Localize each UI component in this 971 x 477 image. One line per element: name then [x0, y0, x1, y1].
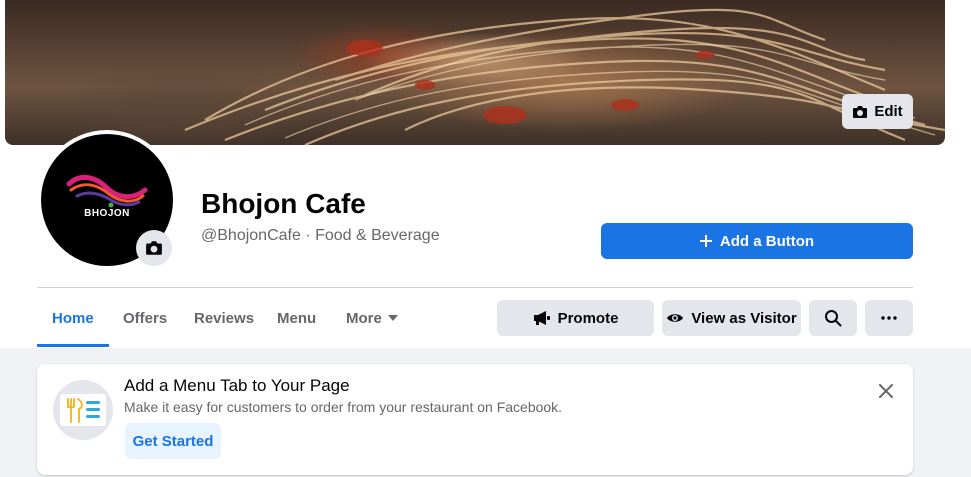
camera-icon: [853, 105, 868, 118]
promote-label: Promote: [557, 309, 619, 327]
megaphone-icon: [533, 311, 550, 325]
tab-label: Reviews: [194, 309, 255, 327]
cover-spaghetti-illustration: [184, 8, 945, 145]
plus-icon: [699, 235, 712, 247]
tab-menu[interactable]: Menu: [262, 289, 331, 347]
menu-card-icon-wrapper: [53, 380, 113, 440]
close-card-button[interactable]: [872, 377, 900, 405]
tab-offers[interactable]: Offers: [108, 289, 182, 347]
view-as-visitor-button[interactable]: View as Visitor: [662, 300, 801, 336]
caret-down-icon: [387, 315, 398, 321]
page-title: Bhojon Cafe: [201, 188, 366, 219]
get-started-label: Get Started: [132, 432, 214, 450]
tab-reviews[interactable]: Reviews: [179, 289, 269, 347]
tab-label: Home: [52, 309, 94, 327]
cover-photo: [5, 0, 945, 145]
card-title: Add a Menu Tab to Your Page: [124, 376, 350, 395]
logo-text: BHOJON: [84, 208, 130, 219]
tab-home[interactable]: Home: [37, 289, 109, 347]
tab-label: Offers: [123, 309, 168, 327]
edit-cover-button[interactable]: Edit: [842, 94, 913, 129]
update-profile-picture-button[interactable]: [136, 230, 172, 266]
search-icon: [825, 310, 842, 327]
card-description: Make it easy for customers to order from…: [124, 399, 563, 415]
add-a-button-label: Add a Button: [719, 232, 815, 250]
add-a-button[interactable]: Add a Button: [601, 223, 913, 259]
menu-list-icon: [60, 394, 106, 426]
tab-more[interactable]: More: [331, 289, 413, 347]
ellipsis-icon: [881, 316, 897, 320]
page-handle-category: @BhojonCafe · Food & Beverage: [201, 227, 440, 244]
promote-button[interactable]: Promote: [497, 300, 654, 336]
menu-tab-suggestion-card: Add a Menu Tab to Your Page Make it easy…: [37, 364, 913, 475]
eye-icon: [667, 314, 684, 322]
get-started-button[interactable]: Get Started: [125, 423, 221, 459]
search-button[interactable]: [809, 300, 857, 336]
view-as-visitor-label: View as Visitor: [691, 309, 797, 327]
close-icon: [879, 384, 893, 398]
camera-icon: [146, 241, 162, 255]
tab-label: Menu: [277, 309, 317, 327]
edit-cover-label: Edit: [874, 103, 903, 120]
header-divider: [37, 287, 913, 288]
more-options-button[interactable]: [865, 300, 913, 336]
tab-label: More: [346, 309, 382, 327]
